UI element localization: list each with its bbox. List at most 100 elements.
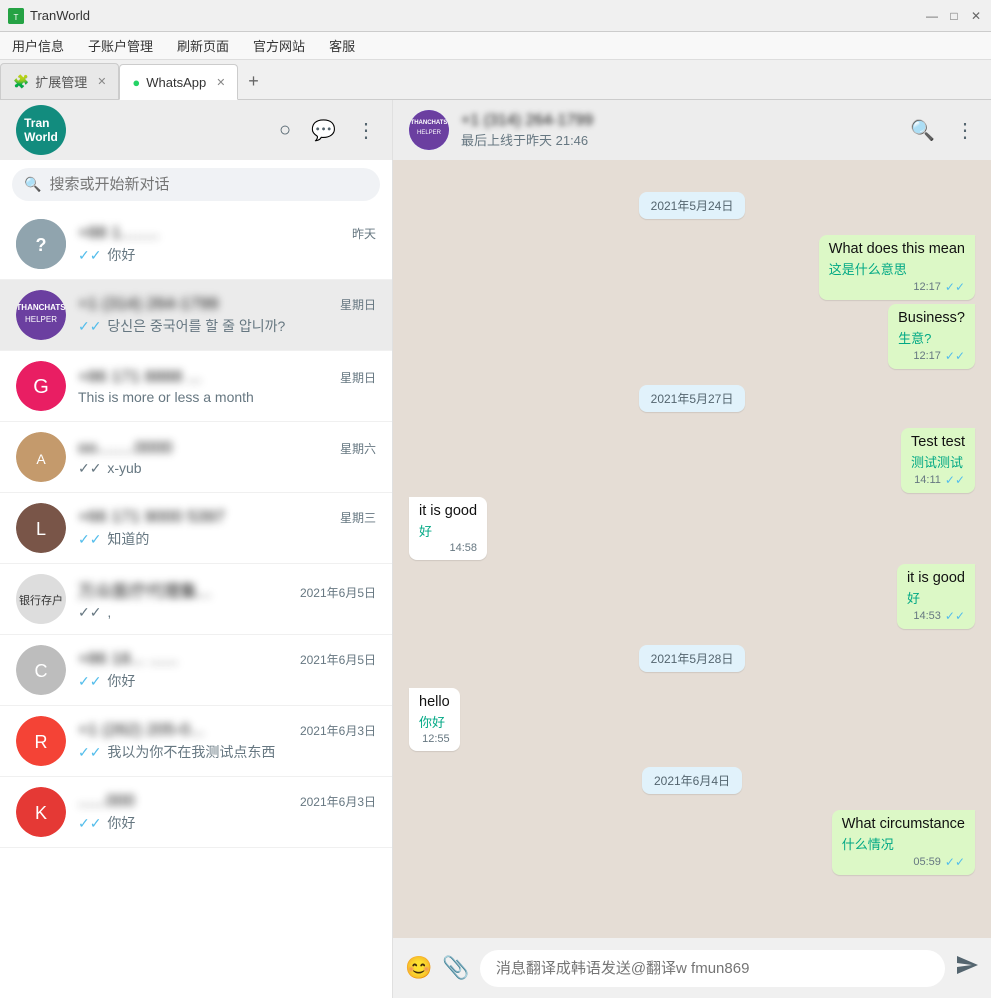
chat-item[interactable]: R +1 (262) 205-0... 2021年6月3日 ✓✓ 我以为你不在我… [0, 706, 392, 777]
date-label: 2021年5月24日 [639, 192, 746, 219]
sidebar-action-icons: ○ 💬 ⋮ [279, 118, 376, 143]
app-icon: T [8, 8, 24, 24]
message-translation: 测试测试 [911, 452, 965, 471]
message-tick: ✓✓ [945, 280, 965, 294]
message-bubble: hello 你好 12:55 [409, 688, 460, 751]
svg-text:R: R [35, 732, 48, 752]
minimize-button[interactable]: — [925, 9, 939, 23]
message-text: What circumstance [842, 816, 965, 832]
more-icon[interactable]: ⋮ [356, 118, 376, 143]
avatar: K [16, 787, 66, 837]
close-button[interactable]: ✕ [969, 9, 983, 23]
sidebar: TranWorld ○ 💬 ⋮ 🔍 ? +8 [0, 100, 393, 998]
search-icon: 🔍 [24, 176, 41, 193]
message-text: Business? [898, 310, 965, 326]
chat-name: oo........0000 [78, 438, 173, 458]
whatsapp-tab-icon: ● [132, 75, 140, 90]
search-messages-icon[interactable]: 🔍 [910, 118, 935, 143]
send-button[interactable] [955, 953, 979, 983]
chat-info: +86 18... ...... 2021年6月5日 ✓✓ 你好 [78, 649, 376, 691]
menu-sub-account[interactable]: 子账户管理 [84, 34, 157, 57]
svg-text:T: T [14, 13, 19, 22]
chat-item[interactable]: L +66 171 9000 5397 星期三 ✓✓ 知道的 [0, 493, 392, 564]
chat-preview: This is more or less a month [78, 389, 376, 405]
message-time: 12:55 [422, 733, 450, 745]
contact-avatar[interactable]: THANCHATS HELPER [409, 110, 449, 150]
menu-support[interactable]: 客服 [325, 34, 359, 57]
chat-info: +66 171 9000 5397 星期三 ✓✓ 知道的 [78, 507, 376, 549]
chat-time: 2021年6月5日 [300, 584, 376, 601]
attach-button[interactable]: 📎 [442, 955, 469, 981]
date-label: 2021年5月27日 [639, 385, 746, 412]
message-input[interactable] [480, 950, 945, 987]
svg-text:HELPER: HELPER [25, 315, 57, 324]
svg-text:?: ? [36, 235, 47, 255]
search-input-wrap[interactable]: 🔍 [12, 168, 380, 201]
chat-item[interactable]: ? +88 1........ 昨天 ✓✓ 你好 [0, 209, 392, 280]
tab-whatsapp-close[interactable]: ✕ [216, 76, 225, 89]
date-label: 2021年6月4日 [642, 767, 742, 794]
chat-item[interactable]: G +86 171 8888 ... 星期日 This is more or l… [0, 351, 392, 422]
chat-item[interactable]: 银行存户 万众医疗代理集... 2021年6月5日 ✓✓ , [0, 564, 392, 635]
tab-extensions[interactable]: 🧩 扩展管理 ✕ [0, 63, 119, 99]
tab-extensions-close[interactable]: ✕ [97, 75, 106, 88]
chat-time: 昨天 [352, 225, 376, 242]
chat-preview: ✓✓ 我以为你不在我测试点东西 [78, 742, 376, 762]
message-bubble: What circumstance 什么情况 05:59 ✓✓ [832, 810, 975, 875]
menu-refresh[interactable]: 刷新页面 [173, 34, 233, 57]
status-icon[interactable]: ○ [279, 119, 291, 142]
chat-name: +86 171 8888 ... [78, 367, 201, 387]
chat-icon[interactable]: 💬 [311, 118, 336, 143]
avatar: 银行存户 [16, 574, 66, 624]
avatar: THANCHATS HELPER [16, 290, 66, 340]
messages-area: 2021年5月24日 What does this mean 这是什么意思 12… [393, 160, 991, 938]
avatar: G [16, 361, 66, 411]
maximize-button[interactable]: □ [947, 9, 961, 23]
message-time: 12:17 [913, 350, 941, 362]
message-text: What does this mean [829, 241, 965, 257]
message-time: 14:11 [914, 474, 941, 486]
chat-item[interactable]: A oo........0000 星期六 ✓✓ x-yub [0, 422, 392, 493]
message-tick: ✓✓ [945, 349, 965, 363]
message-row: it is good 好 14:58 [409, 497, 975, 560]
chat-item[interactable]: K ......000 2021年6月3日 ✓✓ 你好 [0, 777, 392, 848]
chat-preview: ✓✓ 你好 [78, 813, 376, 833]
message-tick: ✓✓ [945, 609, 965, 623]
svg-text:L: L [36, 519, 46, 539]
avatar: A [16, 432, 66, 482]
svg-text:HELPER: HELPER [417, 130, 442, 136]
message-row: it is good 好 14:53 ✓✓ [409, 564, 975, 629]
user-avatar[interactable]: TranWorld [16, 105, 66, 155]
chat-time: 2021年6月3日 [300, 722, 376, 739]
chat-item[interactable]: C +86 18... ...... 2021年6月5日 ✓✓ 你好 [0, 635, 392, 706]
title-bar: T TranWorld — □ ✕ [0, 0, 991, 32]
chat-preview: ✓✓ 你好 [78, 245, 376, 265]
message-row: What circumstance 什么情况 05:59 ✓✓ [409, 810, 975, 875]
app-container: TranWorld ○ 💬 ⋮ 🔍 ? +8 [0, 100, 991, 998]
message-row: hello 你好 12:55 [409, 688, 975, 751]
message-time: 14:58 [450, 542, 478, 554]
svg-text:THANCHATS: THANCHATS [16, 303, 66, 312]
message-bubble: Business? 生意? 12:17 ✓✓ [888, 304, 975, 369]
message-translation: 好 [419, 521, 477, 540]
message-tick: ✓✓ [945, 855, 965, 869]
tabs-bar: 🧩 扩展管理 ✕ ● WhatsApp ✕ + [0, 60, 991, 100]
avatar: R [16, 716, 66, 766]
search-input[interactable] [49, 176, 368, 193]
chat-name: +1 (314) 264-1799 [78, 294, 218, 314]
more-options-icon[interactable]: ⋮ [955, 118, 975, 143]
tab-whatsapp[interactable]: ● WhatsApp ✕ [119, 64, 238, 100]
chat-name: 万众医疗代理集... [78, 577, 211, 602]
window-controls: — □ ✕ [925, 9, 983, 23]
new-tab-button[interactable]: + [238, 63, 268, 99]
menu-user-info[interactable]: 用户信息 [8, 34, 68, 57]
emoji-button[interactable]: 😊 [405, 955, 432, 981]
svg-text:C: C [35, 661, 48, 681]
chat-item[interactable]: THANCHATS HELPER +1 (314) 264-1799 星期日 ✓… [0, 280, 392, 351]
menu-official[interactable]: 官方网站 [249, 34, 309, 57]
chat-info: 万众医疗代理集... 2021年6月5日 ✓✓ , [78, 577, 376, 621]
chat-time: 星期日 [340, 369, 376, 386]
chat-preview: ✓✓ , [78, 604, 376, 621]
contact-status: 最后上线于昨天 21:46 [461, 130, 898, 149]
chat-name: +1 (262) 205-0... [78, 720, 204, 740]
